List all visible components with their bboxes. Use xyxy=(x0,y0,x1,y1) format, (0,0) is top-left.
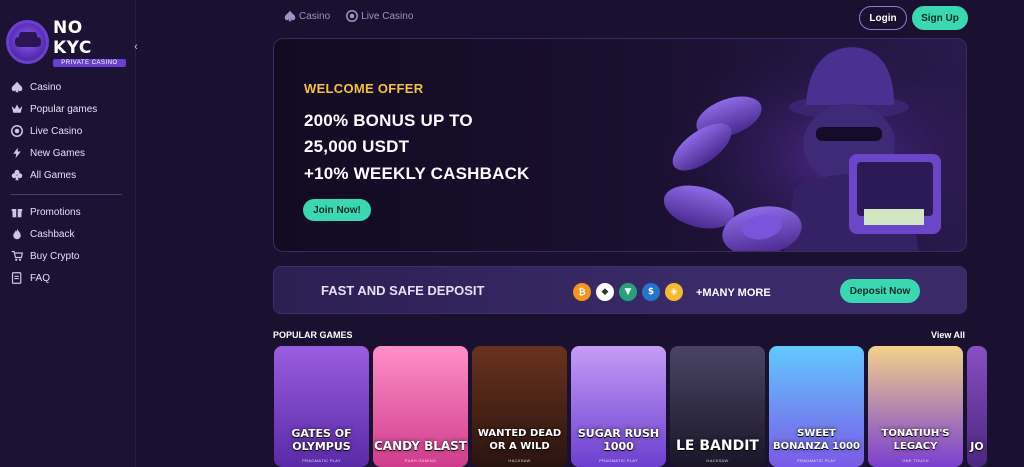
game-title: LE BANDIT xyxy=(676,438,759,454)
login-button[interactable]: Login xyxy=(859,6,907,30)
hero-cashback-line: +10% WEEKLY CASHBACK xyxy=(304,164,530,183)
bitcoin-icon: ₿ xyxy=(573,283,591,301)
sidebar-item-label: Popular games xyxy=(30,103,98,115)
sidebar-item-label: Buy Crypto xyxy=(30,250,80,262)
view-all-link[interactable]: View All xyxy=(931,330,965,340)
game-card[interactable]: LE BANDIT HACKSAW xyxy=(670,346,765,467)
sidebar-item-faq[interactable]: FAQ xyxy=(10,267,130,289)
topnav-casino[interactable]: Casino xyxy=(284,10,330,22)
game-provider: ONE TOUCH xyxy=(902,458,929,463)
ethereum-icon: ◆ xyxy=(596,283,614,301)
popular-games-title: POPULAR GAMES xyxy=(273,330,353,340)
sidebar-item-promotions[interactable]: Promotions xyxy=(10,201,130,223)
game-card[interactable]: SUGAR RUSH 1000 PRAGMATIC PLAY xyxy=(571,346,666,467)
many-more-label: +MANY MORE xyxy=(696,287,771,299)
game-card[interactable]: WANTED DEAD OR A WILD HACKSAW xyxy=(472,346,567,467)
sidebar-item-new-games[interactable]: New Games xyxy=(10,142,130,164)
game-card[interactable]: GATES OF OLYMPUS PRAGMATIC PLAY xyxy=(274,346,369,467)
topnav-live-casino-label: Live Casino xyxy=(361,10,414,22)
sidebar-item-label: All Games xyxy=(30,169,77,181)
game-card[interactable]: SWEET BONANZA 1000 PRAGMATIC PLAY xyxy=(769,346,864,467)
sidebar-collapse-button[interactable]: ‹ xyxy=(130,40,142,54)
logo-badge-icon xyxy=(6,20,49,64)
game-title: SUGAR RUSH 1000 xyxy=(577,427,660,453)
topnav-casino-label: Casino xyxy=(299,10,331,22)
sidebar-item-cashback[interactable]: Cashback xyxy=(10,223,130,245)
usdc-icon: $ xyxy=(642,283,660,301)
chip-icon xyxy=(10,124,24,138)
sidebar-item-label: FAQ xyxy=(30,272,51,284)
brand-tagline: PRIVATE CASINO xyxy=(53,58,126,67)
join-now-button[interactable]: Join Now! xyxy=(303,199,371,221)
game-card[interactable]: JO xyxy=(967,346,987,467)
game-title: SWEET BONANZA 1000 xyxy=(773,428,860,452)
game-title: WANTED DEAD OR A WILD xyxy=(477,428,562,452)
tether-icon: ▼ xyxy=(619,283,637,301)
sidebar-nav-primary: Casino Popular games Live Casino New Gam… xyxy=(10,76,130,186)
sidebar-item-label: New Games xyxy=(30,147,86,159)
hero-amount-line: 25,000 USDT xyxy=(304,137,410,156)
game-title: TONATIUH'S LEGACY xyxy=(881,428,950,452)
gift-icon xyxy=(10,205,24,219)
deposit-now-button[interactable]: Deposit Now xyxy=(840,279,920,303)
game-provider: PUSH GAMING xyxy=(404,458,437,463)
brand-name: NO KYC xyxy=(53,17,92,58)
chip-icon xyxy=(346,10,359,22)
game-provider: PRAGMATIC PLAY xyxy=(599,458,638,463)
club-icon xyxy=(10,168,24,182)
hero-bonus-line: 200% BONUS UP TO xyxy=(304,111,473,130)
sidebar-nav-secondary: Promotions Cashback Buy Crypto FAQ xyxy=(10,201,130,289)
welcome-offer-banner: WELCOME OFFER 200% BONUS UP TO 25,000 US… xyxy=(273,38,967,252)
sidebar-item-all-games[interactable]: All Games xyxy=(10,164,130,186)
sidebar-item-casino[interactable]: Casino xyxy=(10,76,130,98)
sidebar-item-buy-crypto[interactable]: Buy Crypto xyxy=(10,245,130,267)
spade-icon xyxy=(10,80,24,94)
game-card[interactable]: CANDY BLAST PUSH GAMING xyxy=(373,346,468,467)
games-carousel: GATES OF OLYMPUS PRAGMATIC PLAY CANDY BL… xyxy=(274,346,1024,467)
hero-mascot-illustration xyxy=(644,39,966,251)
game-provider: HACKSAW xyxy=(508,458,531,463)
sidebar-divider xyxy=(10,194,122,195)
sidebar-item-label: Live Casino xyxy=(30,125,83,137)
flame-icon xyxy=(10,227,24,241)
signup-button[interactable]: Sign Up xyxy=(912,6,968,30)
game-card[interactable]: TONATIUH'S LEGACY ONE TOUCH xyxy=(868,346,963,467)
deposit-strip: FAST AND SAFE DEPOSIT ₿ ◆ ▼ $ ◈ +MANY MO… xyxy=(273,266,967,314)
sidebar-item-label: Casino xyxy=(30,81,62,93)
game-provider: PRAGMATIC PLAY xyxy=(797,458,836,463)
sidebar: NO KYC PRIVATE CASINO Casino Popular gam… xyxy=(0,0,136,467)
lightning-icon xyxy=(10,146,24,160)
bnb-icon: ◈ xyxy=(665,283,683,301)
sidebar-item-live-casino[interactable]: Live Casino xyxy=(10,120,130,142)
deposit-title: FAST AND SAFE DEPOSIT xyxy=(321,283,485,298)
crypto-coins: ₿ ◆ ▼ $ ◈ xyxy=(573,283,683,301)
game-title: CANDY BLAST xyxy=(374,439,467,453)
spade-icon xyxy=(284,10,296,22)
game-title: JO xyxy=(970,440,984,453)
game-provider: HACKSAW xyxy=(706,458,729,463)
game-title: GATES OF OLYMPUS xyxy=(291,427,352,453)
logo-text: NO KYC PRIVATE CASINO xyxy=(53,18,126,67)
topnav-live-casino[interactable]: Live Casino xyxy=(346,10,413,22)
game-provider: PRAGMATIC PLAY xyxy=(302,458,341,463)
welcome-offer-eyebrow: WELCOME OFFER xyxy=(304,81,424,96)
sidebar-item-label: Cashback xyxy=(30,228,75,240)
sidebar-item-label: Promotions xyxy=(30,206,81,218)
top-nav: Casino Live Casino xyxy=(284,10,413,22)
cart-icon xyxy=(10,249,24,263)
sidebar-item-popular-games[interactable]: Popular games xyxy=(10,98,130,120)
crown-icon xyxy=(10,102,24,116)
faq-icon xyxy=(10,271,24,285)
logo[interactable]: NO KYC PRIVATE CASINO xyxy=(6,18,126,67)
